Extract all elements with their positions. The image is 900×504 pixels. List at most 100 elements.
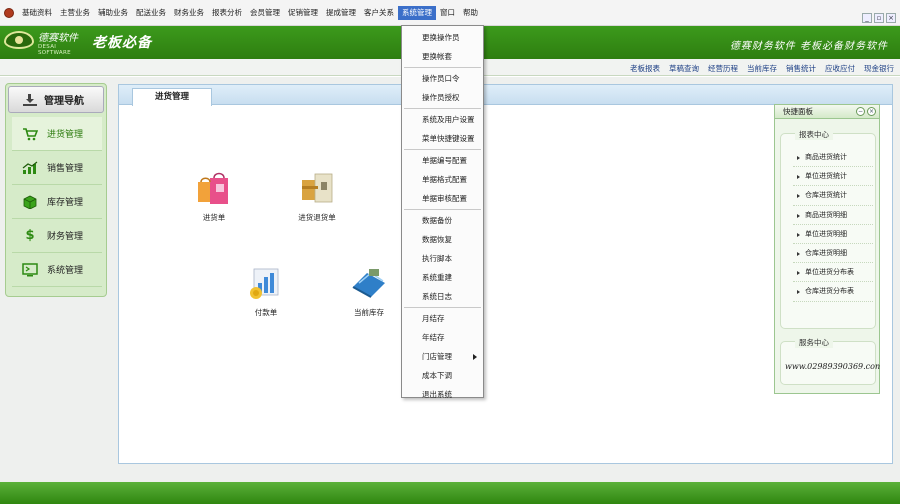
- tab-strip: [119, 85, 892, 105]
- menu-finance[interactable]: 财务业务: [170, 6, 208, 20]
- report-link[interactable]: 仓库进货明细: [793, 244, 873, 264]
- chart-up-icon: [22, 160, 38, 176]
- menu-doc-format-config[interactable]: 单据格式配置: [402, 170, 483, 189]
- menu-separator: [404, 67, 481, 68]
- menu-switch-operator[interactable]: 更换操作员: [402, 28, 483, 47]
- banner-title: 老板必备: [92, 35, 152, 51]
- quick-panel-header: 快捷面板 − ×: [775, 105, 879, 119]
- menu-monthly-close[interactable]: 月结存: [402, 309, 483, 328]
- nav-item-purchase[interactable]: 进货管理: [12, 117, 102, 151]
- gift-box-icon: [297, 170, 337, 206]
- menu-shortcut-settings[interactable]: 菜单快捷键设置: [402, 129, 483, 148]
- nav-label: 库存管理: [47, 198, 84, 208]
- nav-item-inventory[interactable]: 库存管理: [12, 185, 102, 219]
- navigation-title: 管理导航: [44, 96, 84, 107]
- menu-cost-adjust[interactable]: 成本下调: [402, 366, 483, 385]
- menu-main-business[interactable]: 主营业务: [56, 6, 94, 20]
- menu-doc-audit-config[interactable]: 单据审核配置: [402, 189, 483, 208]
- link-draft-query[interactable]: 草稿查询: [669, 63, 699, 74]
- tile-payment[interactable]: 付款单: [231, 265, 301, 318]
- window-controls: _ ▫ ×: [862, 13, 896, 23]
- menu-reports[interactable]: 报表分析: [208, 6, 246, 20]
- tile-purchase-return[interactable]: 进货退货单: [282, 170, 352, 223]
- menu-bar: 基础资料 主营业务 辅助业务 配送业务 财务业务 报表分析 会员管理 促销管理 …: [0, 0, 900, 26]
- menu-promotion[interactable]: 促销管理: [284, 6, 322, 20]
- report-link[interactable]: 单位进货统计: [793, 167, 873, 187]
- menu-separator: [404, 209, 481, 210]
- tab-purchase-management[interactable]: 进货管理: [132, 88, 212, 106]
- nav-label: 销售管理: [47, 164, 84, 174]
- report-link[interactable]: 商品进货统计: [793, 148, 873, 168]
- company-logo: 德赛软件 DESAI SOFTWARE: [4, 28, 84, 56]
- download-icon: [23, 93, 37, 106]
- nav-item-finance[interactable]: $ 财务管理: [12, 219, 102, 253]
- tile-current-stock[interactable]: 当前库存: [334, 265, 404, 318]
- dollar-icon: $: [25, 228, 35, 243]
- logo-english: DESAI SOFTWARE: [38, 44, 71, 56]
- menu-system-rebuild[interactable]: 系统重建: [402, 268, 483, 287]
- tile-label: 当前库存: [354, 308, 384, 317]
- inventory-icon: [22, 194, 38, 210]
- nav-label: 财务管理: [47, 232, 84, 242]
- tile-label: 进货退货单: [298, 213, 336, 222]
- menu-basic-data[interactable]: 基础资料: [18, 6, 56, 20]
- report-link[interactable]: 单位进货分布表: [793, 263, 873, 283]
- close-icon[interactable]: ×: [886, 13, 896, 23]
- menu-crm[interactable]: 客户关系: [360, 6, 398, 20]
- navigation-panel: 管理导航 进货管理 销售管理 库存管理 $ 财务管理 系统管理: [5, 83, 107, 297]
- link-receivables[interactable]: 应收应付: [825, 63, 855, 74]
- nav-item-system[interactable]: 系统管理: [12, 253, 102, 287]
- link-cash-bank[interactable]: 现金银行: [864, 63, 894, 74]
- close-icon[interactable]: ×: [867, 107, 876, 116]
- menu-store-management-label: 门店管理: [422, 352, 452, 361]
- menu-exit-system[interactable]: 退出系统: [402, 385, 483, 404]
- report-link[interactable]: 仓库进货分布表: [793, 282, 873, 302]
- menu-separator: [404, 149, 481, 150]
- menu-window[interactable]: 窗口: [436, 6, 459, 20]
- menu-data-backup[interactable]: 数据备份: [402, 211, 483, 230]
- navigation-header[interactable]: 管理导航: [8, 86, 104, 113]
- nav-label: 进货管理: [47, 130, 84, 140]
- menu-yearly-close[interactable]: 年结存: [402, 328, 483, 347]
- menu-data-restore[interactable]: 数据恢复: [402, 230, 483, 249]
- link-current-stock[interactable]: 当前库存: [747, 63, 777, 74]
- menu-system-user-settings[interactable]: 系统及用户设置: [402, 110, 483, 129]
- nav-item-sales[interactable]: 销售管理: [12, 151, 102, 185]
- menu-store-management[interactable]: 门店管理: [402, 347, 483, 366]
- menu-operator-password[interactable]: 操作员口令: [402, 69, 483, 88]
- service-phone[interactable]: www.02989390369.con: [785, 362, 880, 371]
- system-menu-dropdown: 更换操作员 更换帐套 操作员口令 操作员授权 系统及用户设置 菜单快捷键设置 单…: [401, 25, 484, 399]
- menu-doc-number-config[interactable]: 单据编号配置: [402, 151, 483, 170]
- report-center-title: 报表中心: [795, 129, 833, 140]
- menu-operator-permission[interactable]: 操作员授权: [402, 88, 483, 107]
- minimize-icon[interactable]: _: [862, 13, 872, 23]
- tile-purchase-order[interactable]: 进货单: [179, 170, 249, 223]
- chart-bars-icon: [246, 265, 286, 301]
- restore-icon[interactable]: ▫: [874, 13, 884, 23]
- logo-chinese: 德赛软件: [38, 33, 78, 44]
- menu-system-log[interactable]: 系统日志: [402, 287, 483, 306]
- menu-system[interactable]: 系统管理: [398, 5, 436, 20]
- report-link[interactable]: 商品进货明细: [793, 206, 873, 225]
- menu-help[interactable]: 帮助: [459, 6, 482, 20]
- menu-delivery[interactable]: 配送业务: [132, 6, 170, 20]
- report-link[interactable]: 仓库进货统计: [793, 186, 873, 206]
- collapse-icon[interactable]: −: [856, 107, 865, 116]
- quick-panel-title: 快捷面板: [783, 107, 813, 116]
- nav-label: 系统管理: [47, 266, 84, 276]
- submenu-arrow-icon: [473, 354, 477, 360]
- quick-panel: 快捷面板 − × 报表中心 商品进货统计 单位进货统计 仓库进货统计 商品进货明…: [774, 104, 880, 394]
- app-icon[interactable]: [4, 7, 14, 18]
- menu-commission[interactable]: 提成管理: [322, 6, 360, 20]
- menu-aux-business[interactable]: 辅助业务: [94, 6, 132, 20]
- link-sales-stats[interactable]: 销售统计: [786, 63, 816, 74]
- report-link[interactable]: 单位进货明细: [793, 225, 873, 244]
- menu-members[interactable]: 会员管理: [246, 6, 284, 20]
- banner-slogan: 德赛财务软件 老板必备财务软件: [729, 41, 888, 52]
- menu-run-script[interactable]: 执行脚本: [402, 249, 483, 268]
- link-boss-report[interactable]: 老板报表: [630, 63, 660, 74]
- menu-switch-account[interactable]: 更换帐套: [402, 47, 483, 66]
- menu-separator: [404, 108, 481, 109]
- tile-label: 进货单: [202, 213, 226, 222]
- link-business-history[interactable]: 经营历程: [708, 63, 738, 74]
